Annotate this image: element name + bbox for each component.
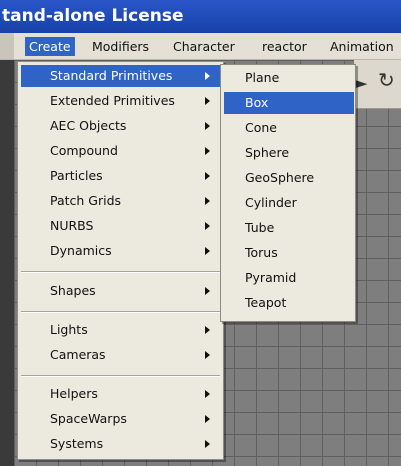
- submenu-arrow-icon: [205, 247, 210, 255]
- submenu-arrow-icon: [205, 97, 210, 105]
- menu-item-standard-primitives[interactable]: Standard Primitives: [21, 65, 220, 87]
- submenu-arrow-icon: [205, 222, 210, 230]
- menu-separator: [21, 271, 220, 273]
- menu-item-label: Extended Primitives: [50, 93, 175, 108]
- submenu-item-torus[interactable]: Torus: [224, 242, 354, 264]
- submenu-item-cylinder[interactable]: Cylinder: [224, 192, 354, 214]
- submenu-arrow-icon: [205, 172, 210, 180]
- menu-separator: [21, 311, 220, 313]
- submenu-item-box[interactable]: Box: [224, 92, 354, 114]
- submenu-arrow-icon: [205, 122, 210, 130]
- menu-item-patch-grids[interactable]: Patch Grids: [21, 190, 220, 212]
- create-menu: Standard Primitives Extended Primitives …: [17, 61, 224, 460]
- submenu-item-geosphere[interactable]: GeoSphere: [224, 167, 354, 189]
- submenu-item-pyramid[interactable]: Pyramid: [224, 267, 354, 289]
- menu-item-label: Helpers: [50, 386, 98, 401]
- submenu-arrow-icon: [205, 197, 210, 205]
- menu-separator: [21, 375, 220, 377]
- menu-item-particles[interactable]: Particles: [21, 165, 220, 187]
- menu-item-shapes[interactable]: Shapes: [21, 280, 220, 302]
- menu-animation[interactable]: Animation: [326, 37, 398, 56]
- window-title-bar: tand-alone License: [0, 0, 401, 33]
- submenu-arrow-icon: [205, 390, 210, 398]
- submenu-arrow-icon: [205, 287, 210, 295]
- submenu-arrow-icon: [205, 147, 210, 155]
- menu-item-label: Shapes: [50, 283, 96, 298]
- menu-item-spacewarps[interactable]: SpaceWarps: [21, 408, 220, 430]
- menu-create[interactable]: Create: [25, 37, 75, 56]
- window-title: tand-alone License: [2, 6, 184, 26]
- submenu-item-sphere[interactable]: Sphere: [224, 142, 354, 164]
- menu-item-label: Lights: [50, 322, 88, 337]
- menu-item-label: Patch Grids: [50, 193, 122, 208]
- menu-item-label: NURBS: [50, 218, 94, 233]
- menu-item-cameras[interactable]: Cameras: [21, 344, 220, 366]
- menu-item-extended-primitives[interactable]: Extended Primitives: [21, 90, 220, 112]
- menu-item-aec-objects[interactable]: AEC Objects: [21, 115, 220, 137]
- left-edge-panel: [0, 60, 14, 466]
- menu-item-nurbs[interactable]: NURBS: [21, 215, 220, 237]
- menu-modifiers[interactable]: Modifiers: [88, 37, 153, 56]
- redo-icon[interactable]: ↻: [378, 68, 395, 92]
- menu-item-label: SpaceWarps: [50, 411, 127, 426]
- play-arrow-icon[interactable]: ►: [356, 74, 368, 92]
- menu-item-label: Compound: [50, 143, 118, 158]
- menu-item-label: Systems: [50, 436, 104, 451]
- menu-item-label: Standard Primitives: [50, 68, 173, 83]
- menu-item-helpers[interactable]: Helpers: [21, 383, 220, 405]
- menubar-edge: [0, 33, 14, 59]
- submenu-item-teapot[interactable]: Teapot: [224, 292, 354, 314]
- submenu-arrow-icon: [205, 72, 210, 80]
- menu-item-lights[interactable]: Lights: [21, 319, 220, 341]
- menu-item-label: Cameras: [50, 347, 106, 362]
- menu-reactor[interactable]: reactor: [258, 37, 311, 56]
- menu-item-compound[interactable]: Compound: [21, 140, 220, 162]
- standard-primitives-submenu: Plane Box Cone Sphere GeoSphere Cylinder…: [220, 64, 356, 322]
- submenu-arrow-icon: [205, 415, 210, 423]
- submenu-item-plane[interactable]: Plane: [224, 67, 354, 89]
- submenu-arrow-icon: [205, 326, 210, 334]
- menu-item-label: AEC Objects: [50, 118, 127, 133]
- menu-item-label: Dynamics: [50, 243, 112, 258]
- submenu-item-tube[interactable]: Tube: [224, 217, 354, 239]
- submenu-arrow-icon: [205, 440, 210, 448]
- submenu-arrow-icon: [205, 351, 210, 359]
- menu-bar: Create Modifiers Character reactor Anima…: [0, 33, 401, 60]
- menu-character[interactable]: Character: [169, 37, 239, 56]
- submenu-item-cone[interactable]: Cone: [224, 117, 354, 139]
- menu-item-dynamics[interactable]: Dynamics: [21, 240, 220, 262]
- menu-item-systems[interactable]: Systems: [21, 433, 220, 455]
- menu-item-label: Particles: [50, 168, 103, 183]
